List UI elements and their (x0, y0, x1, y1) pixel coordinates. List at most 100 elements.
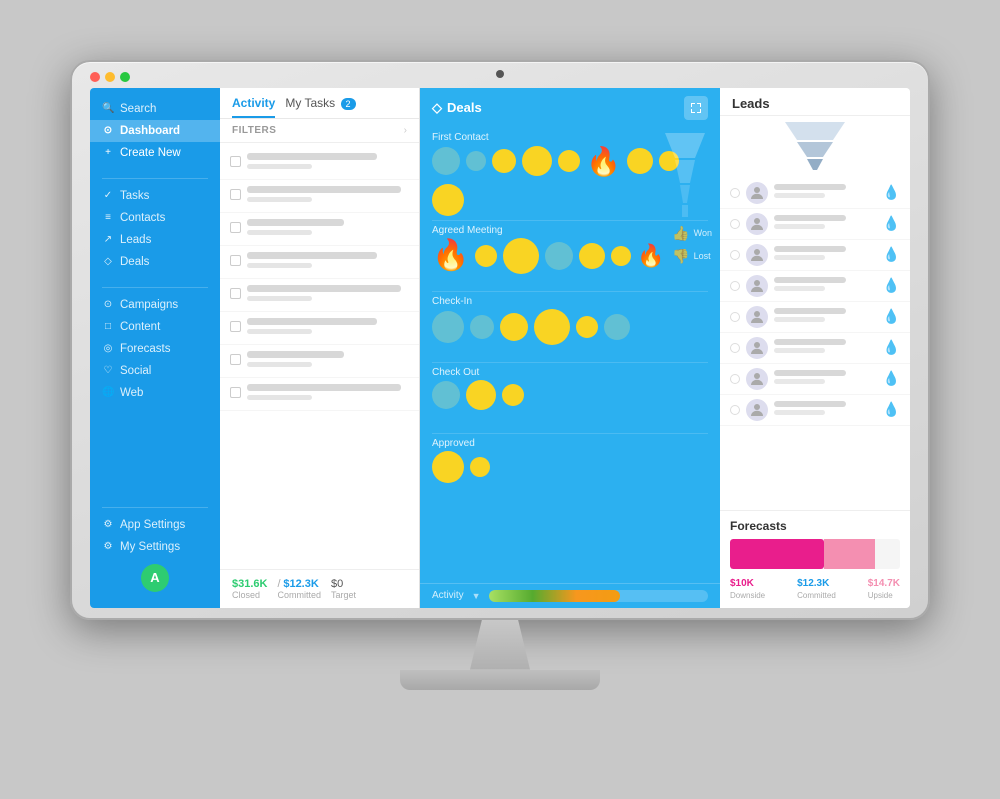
screen: 🔍 Search ⊙ Dashboard + Create New ✓ Task… (90, 88, 910, 608)
task-checkbox[interactable] (230, 321, 241, 332)
sidebar-item-leads[interactable]: ↗ Leads (90, 229, 220, 251)
task-lines (247, 153, 409, 173)
sidebar-item-app-settings[interactable]: ⚙ App Settings (90, 514, 220, 536)
hot-deal-icon: 🔥 (432, 238, 469, 273)
lead-checkbox[interactable] (730, 281, 740, 291)
deals-footer-dropdown-icon[interactable]: ▼ (472, 591, 481, 601)
stage-label: Approved (432, 438, 708, 449)
lead-drop-icon[interactable]: 💧 (883, 246, 900, 263)
leads-icon: ↗ (102, 234, 114, 245)
sidebar-item-contacts[interactable]: ≡ Contacts (90, 207, 220, 229)
deal-bubble[interactable] (604, 314, 630, 340)
minimize-button[interactable] (105, 72, 115, 82)
deal-bubble[interactable] (576, 316, 598, 338)
sidebar-search-label: Search (120, 103, 156, 115)
sidebar-item-content[interactable]: □ Content (90, 316, 220, 338)
tab-activity[interactable]: Activity (232, 96, 275, 118)
sidebar-item-campaigns[interactable]: ⊙ Campaigns (90, 294, 220, 316)
lead-checkbox[interactable] (730, 343, 740, 353)
list-item: 💧 (720, 271, 910, 302)
lead-checkbox[interactable] (730, 312, 740, 322)
sidebar-item-search[interactable]: 🔍 Search (90, 98, 220, 120)
close-button[interactable] (90, 72, 100, 82)
upside-label: Upside (868, 591, 900, 600)
deal-bubble[interactable] (470, 457, 490, 477)
task-checkbox[interactable] (230, 222, 241, 233)
sidebar-item-my-settings[interactable]: ⚙ My Settings (90, 536, 220, 558)
deal-bubble[interactable] (432, 184, 464, 216)
sidebar-item-deals[interactable]: ◇ Deals (90, 251, 220, 273)
lead-drop-icon[interactable]: 💧 (883, 339, 900, 356)
sidebar-item-forecasts[interactable]: ◎ Forecasts (90, 338, 220, 360)
lead-checkbox[interactable] (730, 405, 740, 415)
deal-bubble[interactable] (558, 150, 580, 172)
sidebar-forecasts-label: Forecasts (120, 343, 171, 355)
lead-drop-icon[interactable]: 💧 (883, 215, 900, 232)
forecast-bars (730, 539, 900, 569)
sidebar-campaigns-label: Campaigns (120, 299, 178, 311)
deal-bubble[interactable] (432, 311, 464, 343)
lead-checkbox[interactable] (730, 219, 740, 229)
deal-bubble[interactable] (502, 384, 524, 406)
sidebar-divider-3 (102, 507, 208, 508)
deal-bubble[interactable] (470, 315, 494, 339)
deal-bubble[interactable] (432, 451, 464, 483)
forecast-upside: $14.7K Upside (868, 573, 900, 600)
leads-title: Leads (720, 88, 910, 116)
lead-checkbox[interactable] (730, 188, 740, 198)
lead-drop-icon[interactable]: 💧 (883, 308, 900, 325)
deal-bubble[interactable] (545, 242, 573, 270)
lost-label: Lost (694, 251, 711, 261)
leads-funnel-chart (720, 116, 910, 178)
deals-expand-button[interactable] (684, 96, 708, 120)
task-checkbox[interactable] (230, 387, 241, 398)
deal-bubble[interactable] (466, 151, 486, 171)
sidebar-item-tasks[interactable]: ✓ Tasks (90, 185, 220, 207)
tab-my-tasks[interactable]: My Tasks 2 (285, 96, 355, 118)
filters-label: FILTERS (232, 125, 276, 136)
lead-drop-icon[interactable]: 💧 (883, 184, 900, 201)
lead-drop-icon[interactable]: 💧 (883, 277, 900, 294)
lead-drop-icon[interactable]: 💧 (883, 370, 900, 387)
deal-bubble[interactable] (432, 147, 460, 175)
sidebar-item-dashboard[interactable]: ⊙ Dashboard (90, 120, 220, 142)
deal-bubble[interactable] (627, 148, 653, 174)
lead-info (774, 215, 877, 232)
deal-bubble[interactable] (522, 146, 552, 176)
task-checkbox[interactable] (230, 189, 241, 200)
forecasts-icon: ◎ (102, 343, 114, 354)
task-checkbox[interactable] (230, 255, 241, 266)
sidebar-item-web[interactable]: 🌐 Web (90, 382, 220, 404)
deal-bubble[interactable] (503, 238, 539, 274)
deal-bubble[interactable] (611, 246, 631, 266)
deal-bubble[interactable] (466, 380, 496, 410)
lead-avatar (746, 213, 768, 235)
task-checkbox[interactable] (230, 156, 241, 167)
lead-checkbox[interactable] (730, 250, 740, 260)
deal-bubble[interactable] (579, 243, 605, 269)
deal-bubble[interactable] (534, 309, 570, 345)
won-icon: 👍 (672, 225, 689, 242)
task-checkbox[interactable] (230, 354, 241, 365)
deal-bubble[interactable] (492, 149, 516, 173)
maximize-button[interactable] (120, 72, 130, 82)
deal-bubble[interactable] (432, 381, 460, 409)
sidebar-item-social[interactable]: ♡ Social (90, 360, 220, 382)
lead-list[interactable]: 💧 💧 (720, 178, 910, 510)
sidebar-leads-label: Leads (120, 234, 151, 246)
deal-bubble[interactable] (475, 245, 497, 267)
bubbles-container (432, 309, 708, 345)
sidebar-item-create[interactable]: + Create New (90, 142, 220, 164)
task-lines (247, 252, 409, 272)
task-list[interactable] (220, 143, 419, 569)
deal-bubble[interactable] (500, 313, 528, 341)
filters-arrow-icon[interactable]: › (404, 125, 407, 136)
lead-drop-icon[interactable]: 💧 (883, 401, 900, 418)
lead-checkbox[interactable] (730, 374, 740, 384)
task-checkbox[interactable] (230, 288, 241, 299)
lead-info (774, 401, 877, 418)
social-icon: ♡ (102, 365, 114, 376)
avatar[interactable]: A (141, 564, 169, 592)
task-line-2 (247, 164, 312, 169)
forecast-bar-committed (730, 539, 824, 569)
